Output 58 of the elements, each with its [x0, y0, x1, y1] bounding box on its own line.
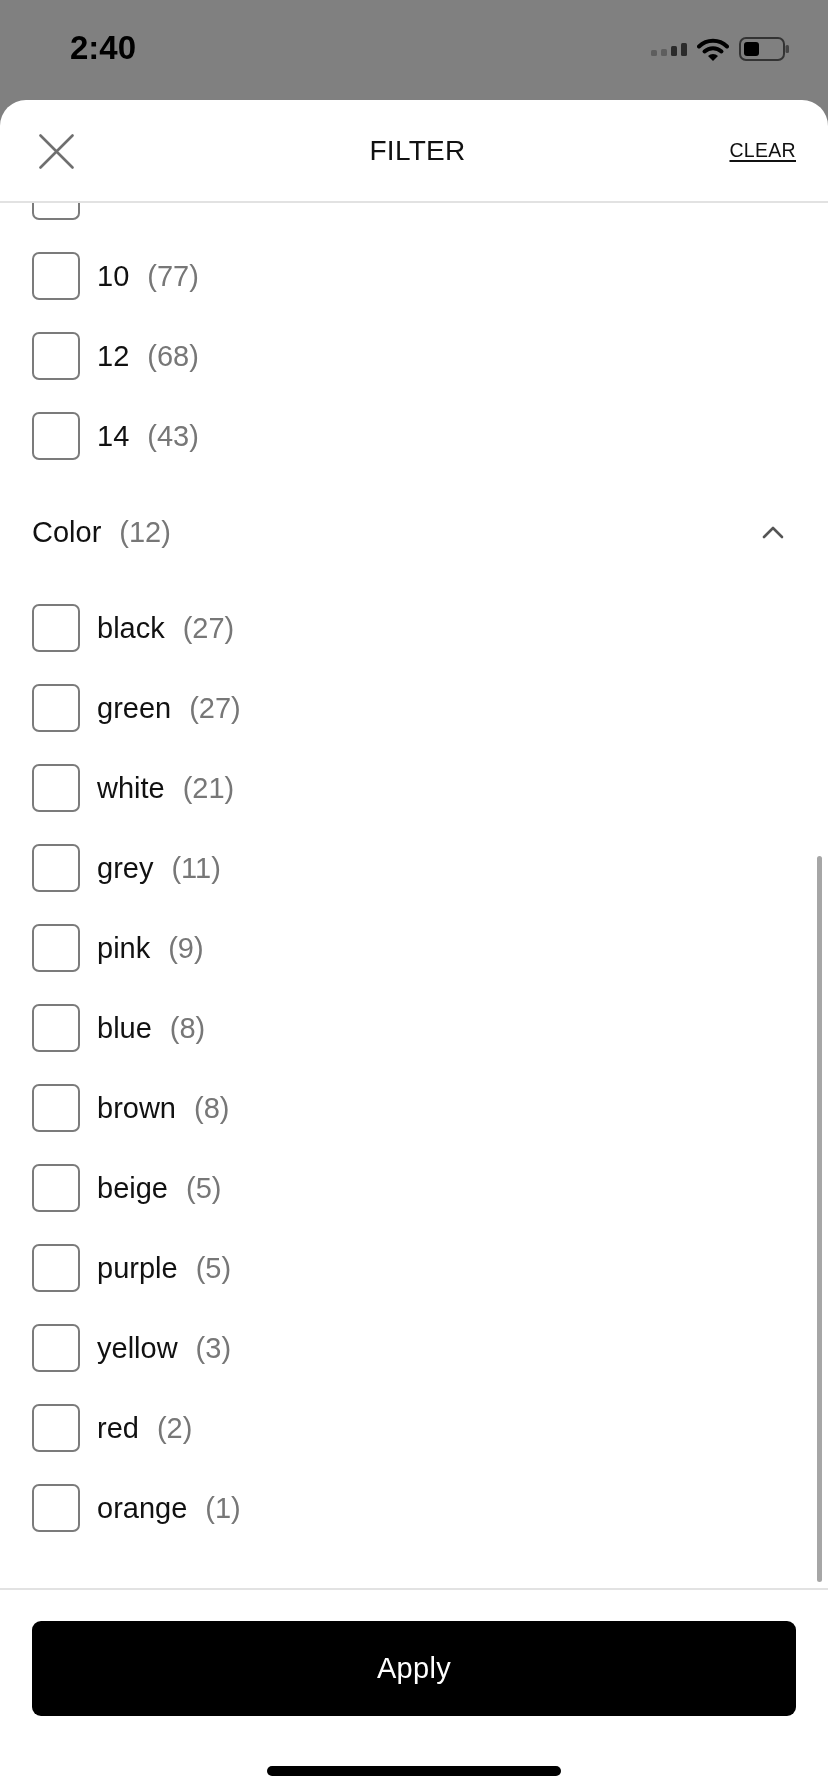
- option-count: (27): [189, 691, 241, 725]
- checkbox[interactable]: [32, 924, 80, 972]
- section-title[interactable]: Color: [32, 515, 102, 549]
- option-label[interactable]: 14: [97, 419, 130, 453]
- option-label[interactable]: yellow: [97, 1331, 178, 1365]
- checkbox[interactable]: [32, 412, 80, 460]
- option-label[interactable]: purple: [97, 1251, 178, 1285]
- checkbox[interactable]: [32, 1164, 80, 1212]
- option-count: (68): [147, 339, 199, 373]
- option-label[interactable]: 12: [97, 339, 130, 373]
- clear-link[interactable]: CLEAR: [729, 139, 796, 162]
- option-count: (21): [182, 771, 235, 805]
- option-count: (77): [147, 259, 199, 293]
- option-count: (3): [195, 1331, 232, 1365]
- checkbox[interactable]: [32, 1004, 80, 1052]
- option-label[interactable]: white: [97, 771, 165, 805]
- option-label[interactable]: brown: [97, 1091, 176, 1125]
- option-count: (27): [182, 611, 235, 645]
- checkbox[interactable]: [32, 1244, 80, 1292]
- option-label[interactable]: black: [97, 611, 165, 645]
- option-label[interactable]: grey: [97, 851, 154, 885]
- option-label[interactable]: 10: [97, 259, 130, 293]
- option-label[interactable]: pink: [97, 931, 151, 965]
- checkbox[interactable]: [32, 844, 80, 892]
- wifi-icon: [697, 37, 729, 61]
- option-label[interactable]: red: [97, 1411, 139, 1445]
- close-button[interactable]: [39, 133, 74, 169]
- battery-icon: [739, 37, 789, 61]
- option-count: (5): [195, 1251, 232, 1285]
- checkbox[interactable]: [32, 1324, 80, 1372]
- option-count: (43): [147, 419, 199, 453]
- chevron-icon[interactable]: [762, 524, 784, 540]
- apply-button[interactable]: Apply: [32, 1621, 796, 1716]
- checkbox[interactable]: [32, 203, 80, 220]
- option-count: (8): [169, 1011, 206, 1045]
- checkbox[interactable]: [32, 1404, 80, 1452]
- sheet-title: FILTER: [369, 134, 466, 167]
- checkbox[interactable]: [32, 252, 80, 300]
- option-count: (11): [171, 851, 221, 885]
- option-count: (5): [185, 1171, 222, 1205]
- checkbox[interactable]: [32, 1484, 80, 1532]
- option-label[interactable]: blue: [97, 1011, 152, 1045]
- option-count: (1): [205, 1491, 241, 1525]
- option-count: (9): [168, 931, 204, 965]
- close-icon: [39, 133, 74, 169]
- status-time: 2:40: [70, 29, 137, 67]
- checkbox[interactable]: [32, 764, 80, 812]
- option-count: (8): [194, 1091, 230, 1125]
- option-label[interactable]: green: [97, 691, 172, 725]
- option-count: (2): [156, 1411, 193, 1445]
- section-count: (12): [119, 515, 171, 549]
- option-label[interactable]: beige: [97, 1171, 168, 1205]
- option-label[interactable]: orange: [97, 1491, 188, 1525]
- checkbox[interactable]: [32, 684, 80, 732]
- checkbox[interactable]: [32, 604, 80, 652]
- signal-icon: [651, 42, 687, 56]
- checkbox[interactable]: [32, 332, 80, 380]
- checkbox[interactable]: [32, 1084, 80, 1132]
